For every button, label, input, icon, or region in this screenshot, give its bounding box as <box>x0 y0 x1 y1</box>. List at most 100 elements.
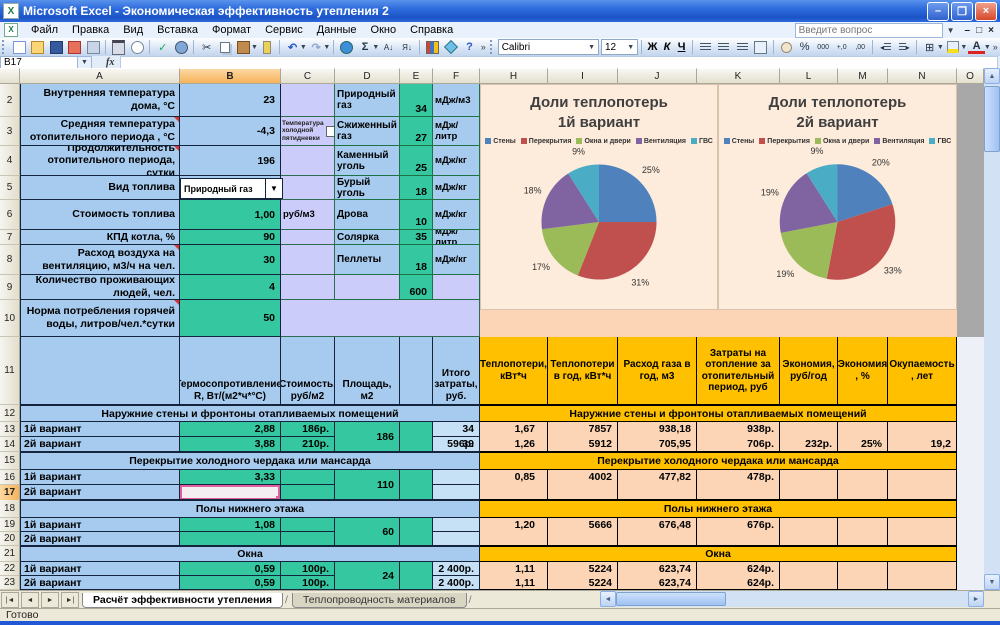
save-icon[interactable] <box>48 40 65 55</box>
fx-icon[interactable]: fx <box>106 57 114 68</box>
font-color-icon[interactable]: А <box>968 40 985 54</box>
font-size-select[interactable]: 12▼ <box>601 39 638 55</box>
underline-button[interactable]: Ч <box>674 41 689 53</box>
cell-a11[interactable] <box>20 337 180 405</box>
cells-l13-l14[interactable]: 232р. <box>780 422 838 452</box>
cells-m22-m23[interactable] <box>838 562 888 590</box>
col-header-M[interactable]: M <box>838 68 888 84</box>
col-header-O[interactable]: O <box>957 68 984 84</box>
italic-button[interactable]: К <box>660 41 675 53</box>
row-header-10[interactable]: 10 <box>0 300 20 337</box>
cell-c2[interactable] <box>281 84 335 117</box>
cell-f8[interactable]: мДж/кг <box>433 245 480 275</box>
cells-f19-f20[interactable] <box>433 518 480 546</box>
cell-a8[interactable]: Расход воздуха на вентиляцию, м3/ч на че… <box>20 245 180 275</box>
cells-h16-h17[interactable]: 0,85 <box>480 470 548 500</box>
autosum-dropdown-icon[interactable]: ▼ <box>372 44 379 51</box>
section-title-right[interactable]: Окна <box>480 546 957 562</box>
cells-m19-m20[interactable] <box>838 518 888 546</box>
print-preview-icon[interactable] <box>129 40 146 55</box>
cells-k22-k23[interactable]: 624р.624р. <box>697 562 780 590</box>
borders-icon[interactable]: ⊞ <box>921 40 938 55</box>
cells-m16-m17[interactable] <box>838 470 888 500</box>
cell-a7[interactable]: КПД котла, % <box>20 230 180 245</box>
row-header-17[interactable]: 17 <box>0 485 19 500</box>
cell-c7[interactable] <box>281 230 335 245</box>
col-header-J[interactable]: J <box>618 68 697 84</box>
col-header-K[interactable]: K <box>697 68 780 84</box>
section-title-left[interactable]: Наружние стены и фронтоны отапливаемых п… <box>20 405 480 422</box>
toolbar-options-2-icon[interactable]: » <box>993 42 998 52</box>
cells-i16-i17[interactable]: 4002 <box>548 470 618 500</box>
borders-dropdown-icon[interactable]: ▼ <box>937 44 944 51</box>
cell-e13-merged[interactable] <box>400 422 433 452</box>
cell-c6[interactable]: руб/м3 <box>281 200 335 230</box>
horizontal-scrollbar[interactable]: ◄ ► <box>600 591 984 607</box>
cells-m13-m14[interactable]: 25% <box>838 422 888 452</box>
align-right-icon[interactable] <box>734 40 751 55</box>
font-color-dropdown-icon[interactable]: ▼ <box>984 44 991 51</box>
undo-icon[interactable]: ↶ <box>284 40 301 55</box>
cut-icon[interactable]: ✂ <box>198 40 215 55</box>
mail-icon[interactable] <box>66 40 83 55</box>
header-heating-cost[interactable]: Затраты на отопление за отопительный пер… <box>697 337 780 405</box>
menu-help[interactable]: Справка <box>403 23 460 37</box>
chart-wizard-icon[interactable] <box>424 40 441 55</box>
permission-icon[interactable] <box>85 40 102 55</box>
size-dropdown-icon[interactable]: ▼ <box>627 44 634 51</box>
decrease-decimal-icon[interactable]: ,00 <box>852 40 869 55</box>
cell-b10[interactable]: 50 <box>180 300 281 337</box>
cell-c9[interactable] <box>281 275 335 300</box>
cell-d13-merged[interactable]: 186 <box>335 422 400 452</box>
bold-button[interactable]: Ж <box>645 41 660 53</box>
cell-d3[interactable]: Сжиженный газ <box>335 117 400 146</box>
comma-style-icon[interactable]: 000 <box>815 40 832 55</box>
increase-decimal-icon[interactable]: +,0 <box>833 40 850 55</box>
header-heatloss[interactable]: Теплопотери, кВт*ч <box>480 337 548 405</box>
cell-d5[interactable]: Бурый уголь <box>335 176 400 200</box>
cell-c5[interactable] <box>281 176 335 200</box>
cells-h22-h23[interactable]: 1,111,11 <box>480 562 548 590</box>
row-header-12[interactable]: 12 <box>0 405 20 422</box>
tab-first-icon[interactable]: |◄ <box>1 592 19 608</box>
cells-b19-b20[interactable]: 1,08 <box>180 518 281 546</box>
header-savings-rub[interactable]: Экономия, руб/год <box>780 337 838 405</box>
toolbar-options-icon[interactable]: » <box>481 42 486 52</box>
row-header-11[interactable]: 11 <box>0 337 20 405</box>
header-cost[interactable]: Стоимость, руб/м2 <box>281 337 335 405</box>
row-header-15[interactable]: 15 <box>0 452 20 470</box>
section-title-left[interactable]: Полы нижнего этажа <box>20 500 480 518</box>
cell-e7[interactable]: 35 <box>400 230 433 245</box>
cells-k19-k20[interactable]: 676р. <box>697 518 780 546</box>
cells-c19-c20[interactable] <box>281 518 335 546</box>
cell-d2[interactable]: Природный газ <box>335 84 400 117</box>
header-total[interactable]: Итого затраты, руб. <box>433 337 480 405</box>
section-title-right[interactable]: Полы нижнего этажа <box>480 500 957 518</box>
name-box-dropdown-icon[interactable]: ▼ <box>78 56 92 69</box>
section-title-left[interactable]: Перекрытие холодного чердака или мансард… <box>20 452 480 470</box>
percent-style-icon[interactable]: % <box>796 40 813 55</box>
vertical-scrollbar[interactable]: ▲ ▼ <box>984 68 1000 590</box>
cells-b13-b14[interactable]: 2,883,88 <box>180 422 281 452</box>
cells-f16-f17[interactable] <box>433 470 480 500</box>
cells-n22-n23[interactable] <box>888 562 957 590</box>
header-gas-year[interactable]: Расход газа в год, м3 <box>618 337 697 405</box>
align-left-icon[interactable] <box>697 40 714 55</box>
cell-d4[interactable]: Каменный уголь <box>335 146 400 176</box>
cells-a19-a20[interactable]: 1й вариант2й вариант <box>20 518 180 546</box>
cell-e3[interactable]: 27 <box>400 117 433 146</box>
cells-b22-b23[interactable]: 0,590,59 <box>180 562 281 590</box>
row-header-3[interactable]: 3 <box>0 117 20 146</box>
cell-f6[interactable]: мДж/кг <box>433 200 480 230</box>
row-header-7[interactable]: 7 <box>0 230 20 245</box>
cell-d10[interactable] <box>335 300 400 337</box>
cells-a16-a17[interactable]: 1й вариант2й вариант <box>20 470 180 500</box>
cells-n13-n14[interactable]: 19,2 <box>888 422 957 452</box>
cells-k16-k17[interactable]: 478р. <box>697 470 780 500</box>
menu-insert[interactable]: Вставка <box>150 23 205 37</box>
cell-c10[interactable] <box>281 300 335 337</box>
row-header-18[interactable]: 18 <box>0 500 20 518</box>
row-header-20[interactable]: 20 <box>0 532 19 546</box>
cell-f4[interactable]: мДж/кг <box>433 146 480 176</box>
header-area[interactable]: Площадь, м2 <box>335 337 400 405</box>
